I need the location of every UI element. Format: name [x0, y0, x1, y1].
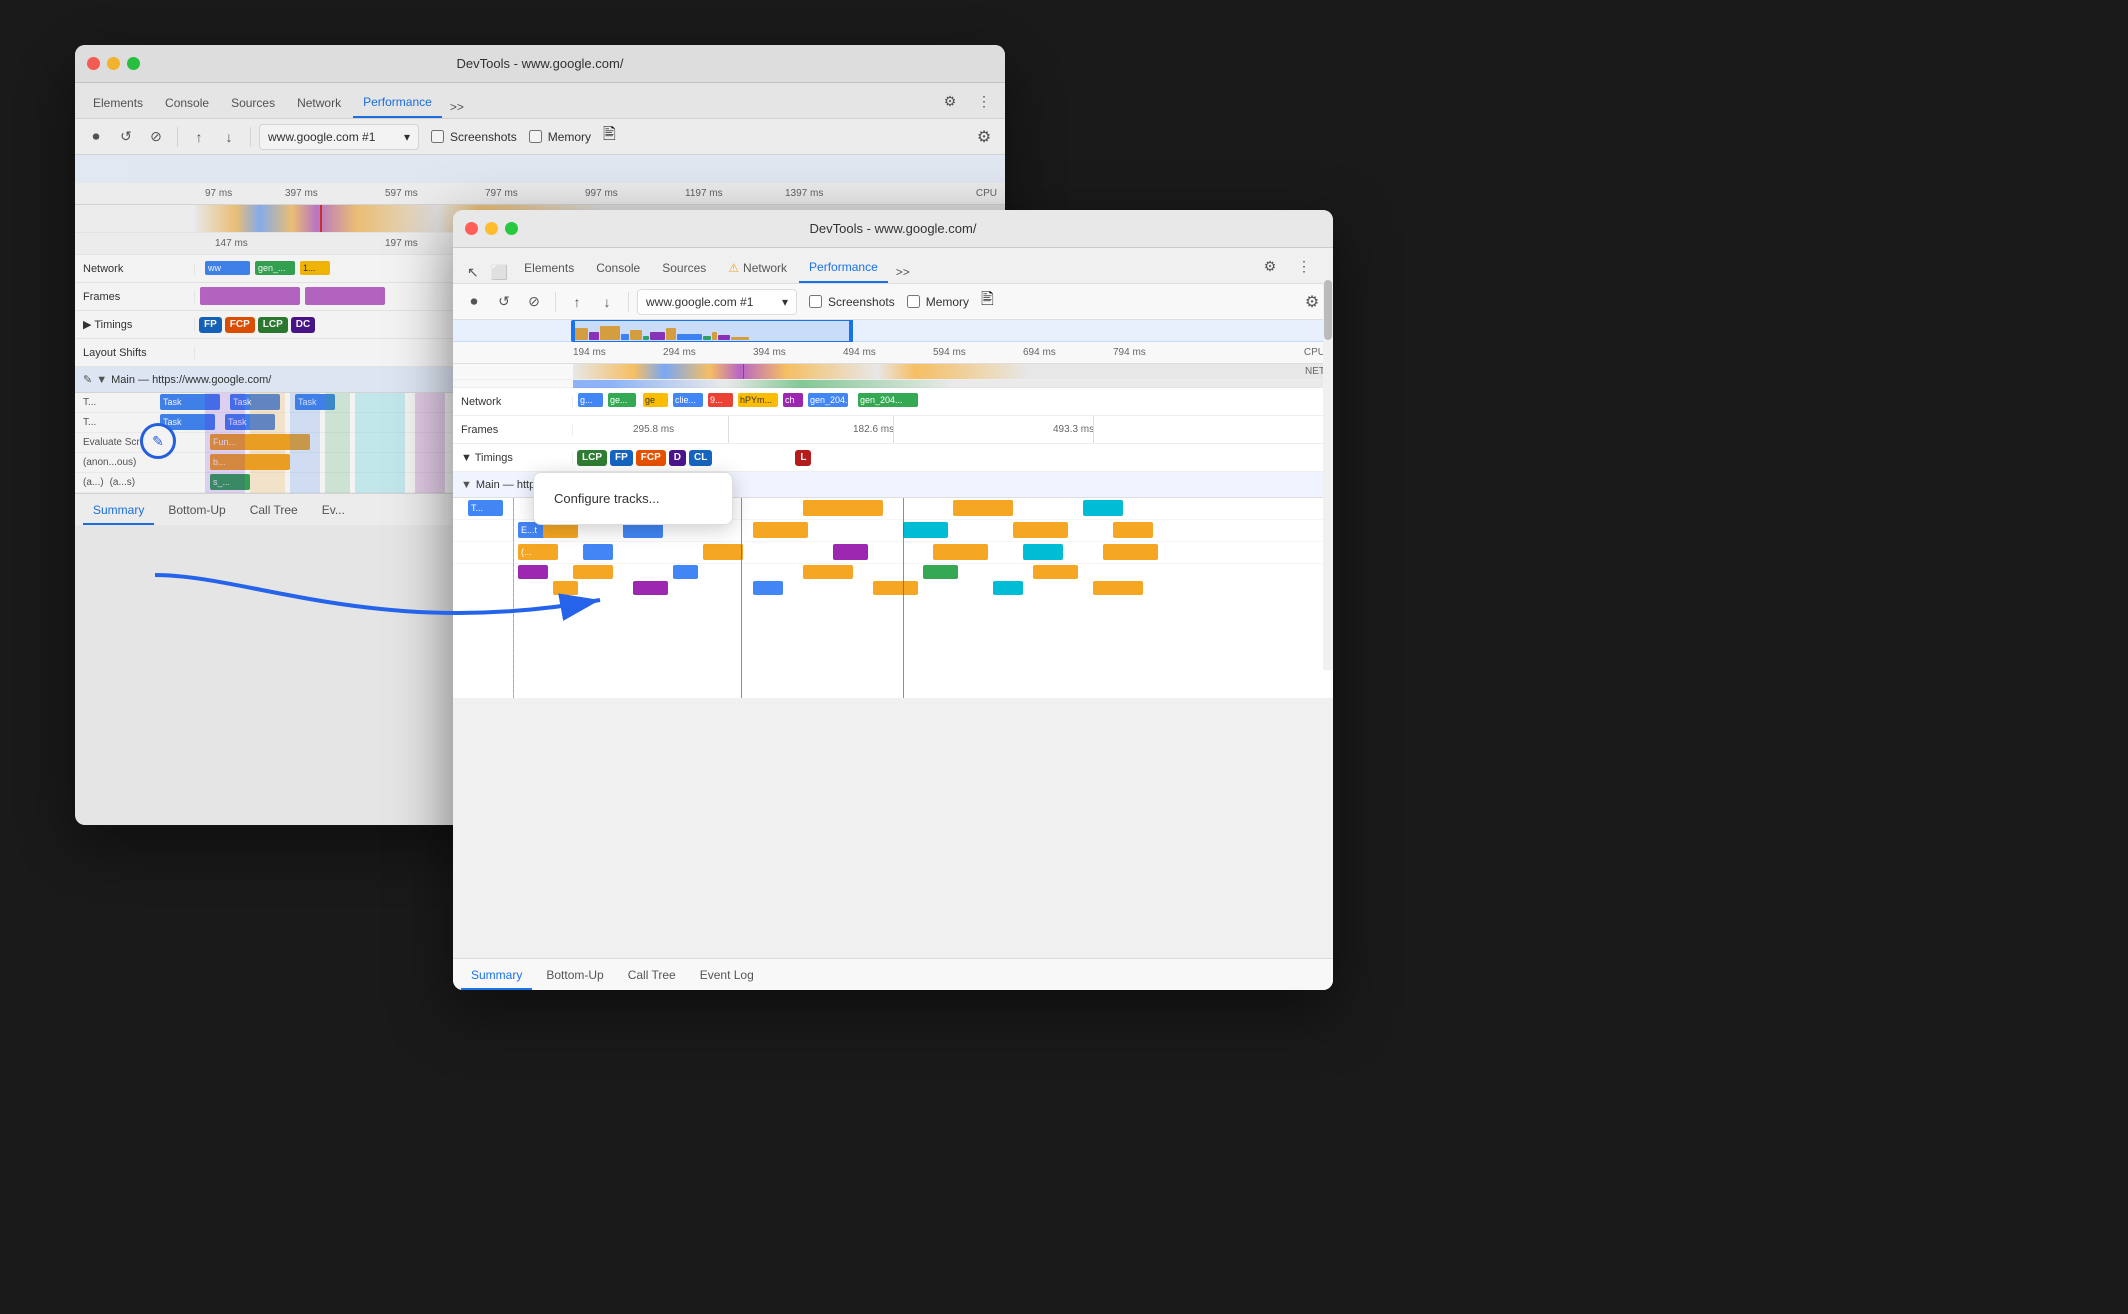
close-button-2[interactable]: [465, 222, 478, 235]
tab-sources-2[interactable]: Sources: [652, 253, 716, 283]
tab-network-1[interactable]: Network: [287, 88, 351, 118]
network-row-2: Network g... ge... ge clie... 9... hPYm.…: [453, 388, 1333, 416]
tab-more-1[interactable]: >>: [444, 96, 470, 118]
download-button-1[interactable]: ↓: [216, 124, 242, 150]
toolbar-1: ⏺ ↺ ⊘ ↑ ↓ www.google.com #1 ▾ Screenshot…: [75, 119, 1005, 155]
minimize-button-2[interactable]: [485, 222, 498, 235]
call-tree-tab-1[interactable]: Call Tree: [240, 497, 308, 525]
memory-icon-2: 🖹: [981, 288, 994, 315]
warning-icon: ⚠: [728, 261, 739, 275]
timings-area-2: ▼ Timings LCP FP FCP D CL L Configure tr…: [453, 444, 1333, 472]
clear-button-2[interactable]: ⊘: [521, 289, 547, 315]
settings-icon-2[interactable]: ⚙: [1257, 253, 1283, 279]
edit-pencil-icon[interactable]: ✎: [83, 373, 92, 386]
cursor-icon: ↖: [467, 264, 479, 281]
titlebar-1: DevTools - www.google.com/: [75, 45, 1005, 83]
window-title-1: DevTools - www.google.com/: [457, 56, 624, 71]
tab-performance-2[interactable]: Performance: [799, 253, 888, 283]
more-icon-2[interactable]: ⋮: [1291, 253, 1317, 279]
devtools-window-2: DevTools - www.google.com/ ↖ ⬜ Elements …: [453, 210, 1333, 990]
memory-toggle-1[interactable]: Memory: [529, 130, 591, 144]
cpu-label-1: CPU: [976, 188, 997, 199]
configure-tracks-popup: Configure tracks...: [533, 472, 733, 525]
close-button-1[interactable]: [87, 57, 100, 70]
pencil-icon: ✎: [152, 433, 164, 450]
memory-toggle-2[interactable]: Memory: [907, 295, 969, 309]
bottom-tab-bar-2: Summary Bottom-Up Call Tree Event Log: [453, 958, 1333, 990]
tab-console-2[interactable]: Console: [586, 253, 650, 283]
cpu-overview-2: NET: [453, 364, 1333, 380]
window-controls-2[interactable]: [465, 222, 518, 235]
maximize-button-2[interactable]: [505, 222, 518, 235]
more-icon-1[interactable]: ⋮: [971, 88, 997, 114]
upload-button-1[interactable]: ↑: [186, 124, 212, 150]
chevron-down-icon: ▼: [96, 374, 107, 386]
tab-bar-1: Elements Console Sources Network Perform…: [75, 83, 1005, 119]
tab-sources-1[interactable]: Sources: [221, 88, 285, 118]
reload-button-1[interactable]: ↺: [113, 124, 139, 150]
scrollbar-thumb-2[interactable]: [1324, 320, 1332, 340]
tab-elements-1[interactable]: Elements: [83, 88, 153, 118]
chevron-down-icon-2: ▾: [782, 295, 788, 309]
screenshots-toggle-1[interactable]: Screenshots: [431, 130, 517, 144]
device-toolbar-icon: ⬜: [491, 264, 508, 281]
upload-button-2[interactable]: ↑: [564, 289, 590, 315]
clear-button-1[interactable]: ⊘: [143, 124, 169, 150]
devtools-icon-2: ↖: [461, 264, 485, 281]
tab-console-1[interactable]: Console: [155, 88, 219, 118]
url-selector-2[interactable]: www.google.com #1 ▾: [637, 289, 797, 315]
reload-button-2[interactable]: ↺: [491, 289, 517, 315]
window-title-2: DevTools - www.google.com/: [810, 221, 977, 236]
capture-settings-1[interactable]: ⚙: [971, 124, 997, 150]
window-controls-1[interactable]: [87, 57, 140, 70]
chevron-down-icon-main: ▼: [461, 479, 472, 491]
net-bar-2: [453, 380, 1333, 388]
event-log-tab-2[interactable]: Event Log: [690, 962, 764, 990]
url-selector-1[interactable]: www.google.com #1 ▾: [259, 124, 419, 150]
bottom-up-tab-2[interactable]: Bottom-Up: [536, 962, 613, 990]
configure-tracks-item[interactable]: Configure tracks...: [534, 481, 732, 516]
timings-row-2: ▼ Timings LCP FP FCP D CL L: [453, 444, 1333, 472]
flame-chart-2: T... E...t: [453, 498, 1333, 698]
scrollbar-2[interactable]: [1323, 320, 1333, 670]
download-button-2[interactable]: ↓: [594, 289, 620, 315]
network-label-1: Network: [75, 263, 195, 275]
call-tree-tab-2[interactable]: Call Tree: [618, 962, 686, 990]
tab-elements-2[interactable]: Elements: [514, 253, 584, 283]
timeline-area-2: 194 ms 294 ms 394 ms 494 ms 594 ms 694 m…: [453, 320, 1333, 698]
titlebar-2: DevTools - www.google.com/: [453, 210, 1333, 248]
event-log-tab-1[interactable]: Ev...: [312, 497, 355, 525]
screenshots-toggle-2[interactable]: Screenshots: [809, 295, 895, 309]
cpu-label-2: CPU: [1304, 347, 1325, 358]
settings-icon-1[interactable]: ⚙: [937, 88, 963, 114]
record-button-1[interactable]: ⏺: [83, 124, 109, 150]
minimize-button-1[interactable]: [107, 57, 120, 70]
bottom-up-tab-1[interactable]: Bottom-Up: [158, 497, 235, 525]
tab-network-2[interactable]: ⚠ Network: [718, 253, 797, 283]
frames-row-2: Frames 295.8 ms 182.6 ms 493.3 ms: [453, 416, 1333, 444]
chevron-down-icon: ▾: [404, 130, 410, 144]
record-button-2[interactable]: ⏺: [461, 289, 487, 315]
memory-icon-1: 🖹: [603, 123, 616, 150]
summary-tab-2[interactable]: Summary: [461, 962, 532, 990]
toolbar-2: ⏺ ↺ ⊘ ↑ ↓ www.google.com #1 ▾ Screenshot…: [453, 284, 1333, 320]
tab-more-2[interactable]: >>: [890, 261, 916, 283]
capture-settings-2[interactable]: ⚙: [1299, 289, 1325, 315]
device-icon-2: ⬜: [487, 264, 512, 281]
summary-tab-1[interactable]: Summary: [83, 497, 154, 525]
timeline-ruler-1: 97 ms 397 ms 597 ms 797 ms 997 ms 1197 m…: [75, 183, 1005, 205]
maximize-button-1[interactable]: [127, 57, 140, 70]
edit-circle-annotation: ✎: [140, 423, 176, 459]
tab-bar-2: ↖ ⬜ Elements Console Sources ⚠ Network P…: [453, 248, 1333, 284]
timeline-ruler-2: 194 ms 294 ms 394 ms 494 ms 594 ms 694 m…: [453, 342, 1333, 364]
tab-performance-1[interactable]: Performance: [353, 88, 442, 118]
